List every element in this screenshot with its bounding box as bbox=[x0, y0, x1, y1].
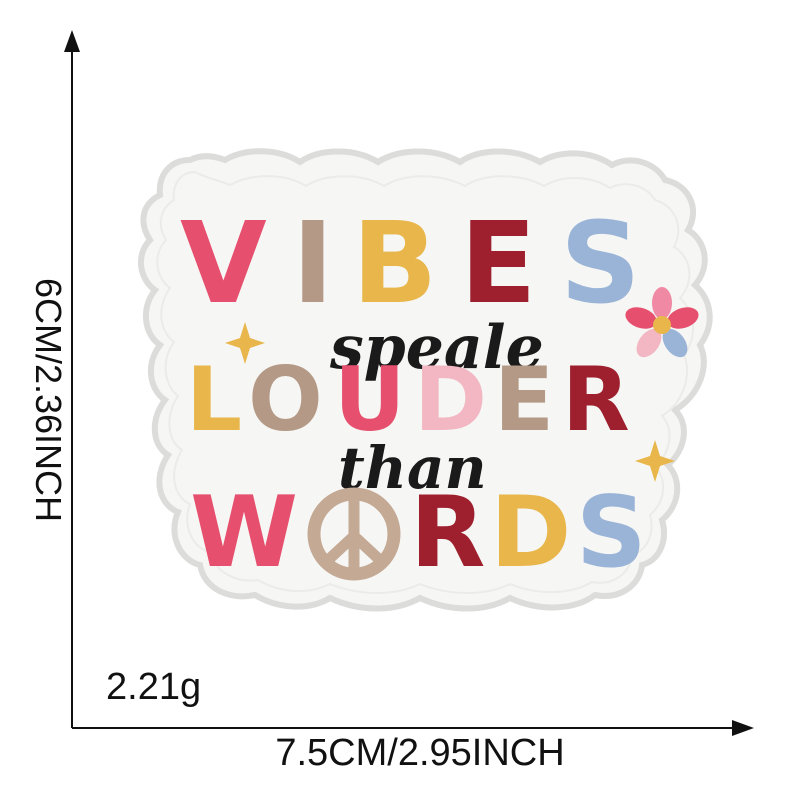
patch-letter-l: L bbox=[186, 348, 242, 451]
patch-letter-e2: E bbox=[494, 348, 554, 451]
patch-letter-d2: D bbox=[490, 476, 571, 590]
patch-letter-w: W bbox=[190, 476, 298, 590]
patch-letter-e: E bbox=[460, 199, 537, 329]
patch-line-vibes: V I B E S bbox=[180, 199, 641, 329]
patch-letter-r2: R bbox=[410, 476, 485, 590]
patch-letter-o: O bbox=[248, 348, 323, 451]
height-dimension-label: 6CM/2.36INCH bbox=[28, 277, 69, 523]
right-arrow-icon bbox=[732, 720, 754, 736]
patch-letter-v: V bbox=[180, 199, 267, 329]
patch-line-words: W O R D S bbox=[190, 476, 647, 590]
patch-letter-b: B bbox=[352, 199, 437, 329]
patch-letter-i: I bbox=[292, 199, 334, 329]
up-arrow-icon bbox=[64, 30, 80, 52]
patch-letter-s2: S bbox=[576, 476, 647, 590]
weight-label: 2.21g bbox=[106, 666, 202, 708]
patch-letter-r: R bbox=[562, 348, 630, 451]
width-dimension-label: 7.5CM/2.95INCH bbox=[275, 732, 565, 774]
